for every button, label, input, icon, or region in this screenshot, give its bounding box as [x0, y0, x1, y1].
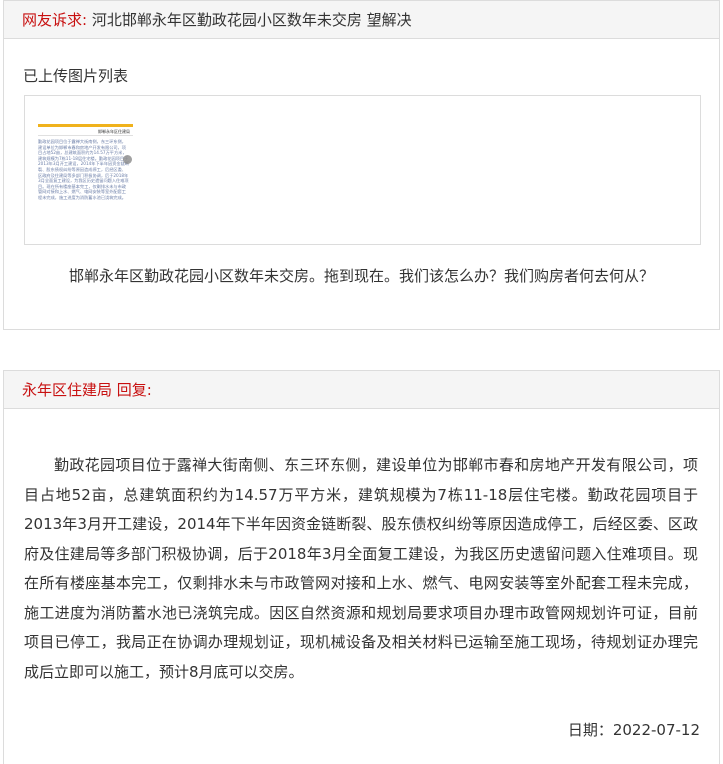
thumbnail-divider [38, 135, 133, 136]
thumbnail-top-bar [38, 124, 133, 127]
reply-panel: 永年区住建局 回复: 勤政花园项目位于露禅大街南侧、东三环东侧，建设单位为邯郸市… [3, 370, 720, 764]
uploaded-image-thumbnail[interactable]: 邯郸永年区住建局 勤政花园项目位于露禅大街南侧，东三环东侧，建设单位为邯郸市春和… [38, 124, 133, 226]
uploaded-images-label: 已上传图片列表 [23, 67, 129, 85]
reply-date: 日期：2022-07-12 [567, 721, 700, 739]
complaint-text: 邯郸永年区勤政花园小区数年未交房。拖到现在。我们该怎么办？我们购房者何去何从？ [68, 267, 654, 285]
complaint-header-prefix: 网友诉求: [22, 11, 88, 29]
complaint-panel: 网友诉求: 河北邯郸永年区勤政花园小区数年未交房 望解决 已上传图片列表 邯郸永… [3, 0, 720, 330]
reply-body: 勤政花园项目位于露禅大街南侧、东三环东侧，建设单位为邯郸市春和房地产开发有限公司… [24, 456, 698, 681]
thumbnail-text: 勤政花园项目位于露禅大街南侧，东三环东侧，建设单位为邯郸市春和房地产开发有限公司… [38, 139, 129, 200]
complaint-title: 河北邯郸永年区勤政花园小区数年未交房 望解决 [91, 11, 412, 29]
thumbnail-stamp-icon [123, 155, 132, 164]
complaint-header: 网友诉求: 河北邯郸永年区勤政花园小区数年未交房 望解决 [4, 1, 719, 39]
uploaded-images-list: 邯郸永年区住建局 勤政花园项目位于露禅大街南侧，东三环东侧，建设单位为邯郸市春和… [24, 95, 701, 245]
reply-header: 永年区住建局 回复: [4, 371, 719, 409]
reply-header-title: 永年区住建局 回复: [22, 381, 152, 399]
